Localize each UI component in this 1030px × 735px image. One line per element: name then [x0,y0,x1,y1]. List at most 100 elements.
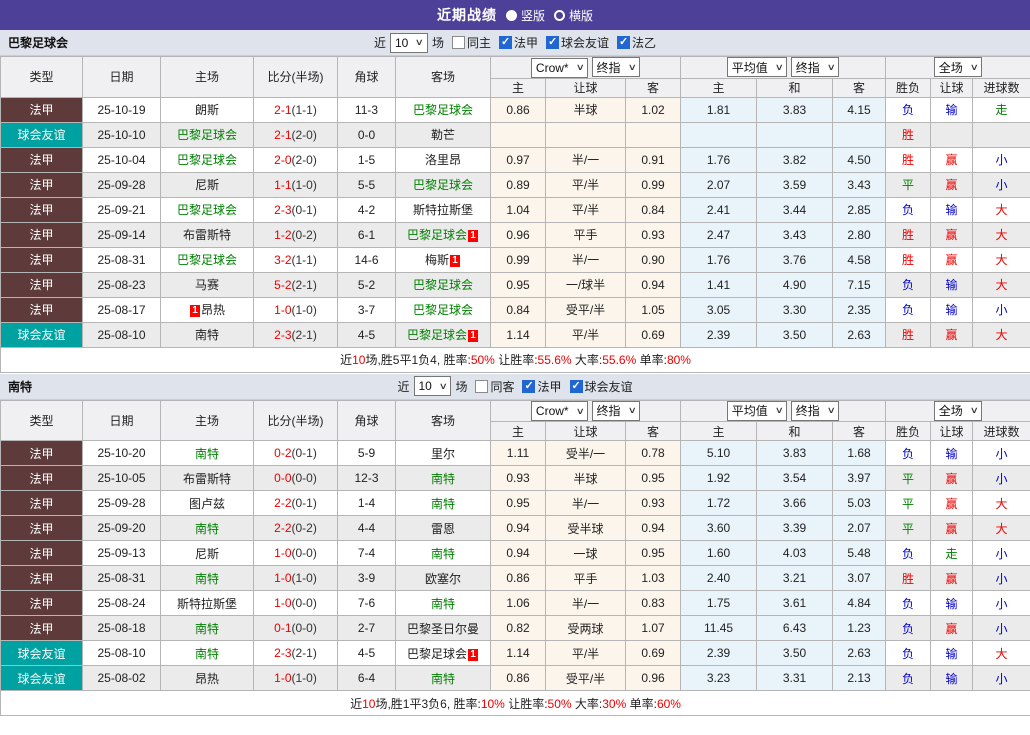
fulltime-score: 1-0 [274,596,292,610]
checkbox-checked-icon[interactable] [522,379,536,393]
avg-home-cell: 5.10 [680,440,758,466]
odds-away-cell: 0.94 [624,271,682,298]
col-header-odds-handicap: 让球 [545,77,626,98]
home-team-cell: 巴黎足球会 [160,196,254,223]
view-radio-horizontal[interactable]: 横版 [554,7,593,24]
col-header-goals: 进球数 [972,77,1030,98]
corner-cell: 4-5 [337,640,396,666]
odds-stage-dropdown[interactable]: 终指 ∨ [591,57,641,77]
away-team-cell: 里尔 [395,440,491,466]
filter-bar: 南特 近 10 ∨ 场 同客 法甲 球会友谊 [0,373,1030,400]
avg-away-cell: 4.58 [832,246,887,273]
checkbox-checked-icon[interactable] [617,36,630,49]
score-cell: 2-3(2-1) [253,321,338,348]
team-name: 南特 [8,379,33,394]
match-type-cell: 法甲 [0,221,83,248]
match-count-dropdown[interactable]: 10 ∨ [389,32,428,53]
home-team-cell: 尼斯 [160,171,254,198]
col-header-type: 类型 [0,399,83,441]
result-goals-cell: 大 [972,490,1030,516]
fulltime-score: 1-1 [274,177,292,192]
view-radio-vertical[interactable]: 竖版 [505,7,545,24]
checkbox-unchecked-icon[interactable] [475,379,489,393]
odds-handicap-cell: 受平/半 [545,296,626,323]
avg-source-dropdown[interactable]: 平均值 ∨ [726,57,788,78]
fulltime-score: 3-2 [274,252,292,267]
col-header-date: 日期 [82,399,161,441]
avg-draw-cell: 6.43 [756,615,834,641]
fulltime-score: 1-2 [274,227,292,242]
avg-source-value: 平均值 [731,60,768,75]
score-cell: 2-0(2-0) [253,146,338,173]
match-type-cell: 法甲 [0,146,83,173]
odds-source-dropdown[interactable]: Crow* ∨ [530,57,589,78]
team-label: 巴黎足球会 [412,178,473,192]
chevron-down-icon: ∨ [438,380,448,391]
result-handicap-cell: 赢 [930,465,974,491]
team-label: 洛里昂 [424,153,461,167]
checkbox-checked-icon[interactable] [498,36,512,49]
result-goals-cell: 大 [972,221,1030,248]
odds-away-cell: 0.83 [624,590,682,616]
match-row: 法甲 25-08-23 马赛 5-2(2-1) 5-2 巴黎足球会 0.95 一/球半 0.94… [0,271,1030,298]
corner-cell: 14-6 [337,246,396,273]
scope-dropdown[interactable]: 全场 ∨ [933,400,983,421]
odds-away-cell [624,121,682,148]
radio-selected-icon [505,9,517,21]
corner-cell: 12-3 [337,465,396,491]
odds-away-cell: 0.84 [624,196,682,223]
halftime-score: (0-0) [291,471,317,485]
odds-stage-dropdown[interactable]: 终指 ∨ [591,400,641,421]
chevron-down-icon: ∨ [826,405,836,416]
away-team-cell: 斯特拉斯堡 [395,196,491,223]
checkbox-unchecked-icon[interactable] [451,36,465,49]
match-row: 法甲 25-10-04 巴黎足球会 2-0(2-0) 1-5 洛里昂 0.97 半/一 0.91… [0,146,1030,173]
result-goals-cell: 大 [972,515,1030,541]
view-horizontal-label: 横版 [569,8,594,23]
scope-dropdown[interactable]: 全场 ∨ [933,57,983,78]
checkbox-checked-icon[interactable] [569,379,583,393]
result-handicap-cell: 赢 [930,615,974,641]
result-handicap-cell: 输 [930,440,974,466]
col-header-handicap-result: 让球 [930,421,974,441]
away-team-cell: 洛里昂 [395,146,491,173]
score-cell: 2-1(1-1) [253,96,338,123]
avg-source-dropdown[interactable]: 平均值 ∨ [726,400,788,421]
match-count-dropdown[interactable]: 10 ∨ [413,376,452,396]
fulltime-score: 2-2 [274,496,292,510]
match-date-cell: 25-08-10 [82,640,161,666]
avg-away-cell: 5.48 [832,540,887,566]
team-label: 南特 [194,521,219,536]
team-label: 图卢兹 [188,496,225,511]
result-wdl-cell: 负 [885,665,932,691]
filter-checkbox-球会友谊: 球会友谊 [569,378,633,395]
score-cell: 2-3(0-1) [253,196,338,223]
score-cell: 1-0(0-0) [253,590,338,616]
col-header-corner: 角球 [337,56,396,98]
avg-away-cell: 2.63 [832,321,887,348]
odds-away-cell: 0.95 [624,540,682,566]
fulltime-score: 1-0 [274,302,292,317]
team-label: 巴黎足球会 [176,253,237,267]
result-group-header: 全场 ∨ [885,56,1030,79]
odds-group-header: Crow* ∨ 终指 ∨ [489,399,682,422]
red-1-badge: 1 [450,255,460,267]
odds-source-dropdown[interactable]: Crow* ∨ [530,401,589,421]
away-team-cell: 巴黎足球会 [395,271,491,298]
avg-stage-dropdown[interactable]: 终指 ∨ [790,400,840,421]
odds-away-cell: 0.94 [624,515,682,541]
avg-home-cell: 3.05 [680,296,758,323]
odds-away-cell: 0.91 [624,146,682,173]
avg-draw-cell: 3.31 [756,665,834,691]
summary-row: 近10场,胜5平1负4, 胜率:50% 让胜率:55.6% 大率:55.6% 单… [0,346,1030,373]
odds-handicap-cell: 受平/半 [545,665,626,691]
corner-cell: 4-2 [337,196,396,223]
result-goals-cell: 小 [972,296,1030,323]
checkbox-checked-icon[interactable] [545,36,559,49]
odds-home-cell: 0.84 [490,296,546,323]
result-goals-cell: 小 [972,465,1030,491]
odds-home-cell: 0.99 [490,246,546,273]
summary-text: 50% [470,353,495,367]
match-type-cell: 法甲 [0,171,83,198]
avg-stage-dropdown[interactable]: 终指 ∨ [790,57,840,78]
